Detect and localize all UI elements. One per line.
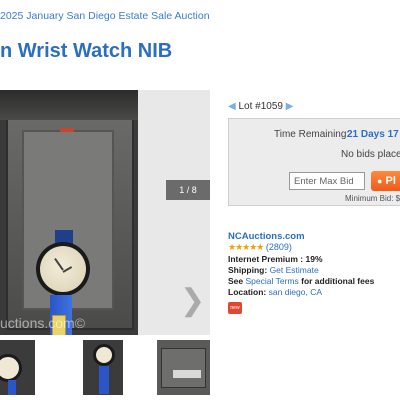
- thumbnail-2[interactable]: [83, 340, 123, 395]
- seller-rating[interactable]: ★★★★★ (2809): [228, 242, 292, 253]
- thumbnail-watch-face: [93, 344, 115, 366]
- time-remaining-value: 21 Days 17 M: [347, 129, 400, 140]
- bid-panel: Time Remaining: 21 Days 17 M No bids pla…: [228, 118, 400, 206]
- rating-stars-icon: ★★★★★: [228, 242, 264, 252]
- next-image-icon[interactable]: ❯: [180, 286, 205, 316]
- breadcrumb[interactable]: 2025 January San Diego Estate Sale Aucti…: [0, 10, 210, 22]
- terms-prefix: See: [228, 276, 244, 286]
- lot-photo[interactable]: uctions.com©: [0, 90, 138, 335]
- image-viewer[interactable]: uctions.com© 1 / 8 ❯: [0, 90, 210, 335]
- thumbnail-3[interactable]: [157, 340, 210, 395]
- time-remaining-label: Time Remaining:: [274, 129, 350, 140]
- location-label: Location:: [228, 287, 267, 297]
- page-title: n Wrist Watch NIB: [0, 40, 173, 62]
- thumbnail-label: [173, 370, 201, 378]
- watch-box-lid: [0, 90, 138, 120]
- special-terms: See Special Terms for additional fees: [228, 276, 374, 286]
- location: Location: san diego, CA: [228, 287, 322, 297]
- seller-name[interactable]: NCAuctions.com: [228, 231, 305, 242]
- thumbnail-1[interactable]: [0, 340, 35, 395]
- max-bid-input[interactable]: [289, 172, 365, 190]
- next-lot-icon[interactable]: ▶: [286, 101, 294, 112]
- shipping-estimate-link[interactable]: Get Estimate: [270, 265, 319, 275]
- thumbnail-watch-strap: [99, 366, 109, 394]
- bid-status: No bids placed: [341, 149, 400, 160]
- premium-label: Internet Premium :: [228, 254, 304, 264]
- terms-suffix: for additional fees: [301, 276, 375, 286]
- thumbnail-watch-face: [0, 354, 22, 382]
- review-count[interactable]: (2809): [266, 242, 292, 252]
- image-counter: 1 / 8: [166, 180, 210, 200]
- lot-number: Lot #1059: [238, 101, 283, 112]
- special-terms-link[interactable]: Special Terms: [246, 276, 299, 286]
- minimum-bid: Minimum Bid: $1: [345, 194, 400, 203]
- previous-lot-icon[interactable]: ◀: [228, 101, 236, 112]
- thumbnail-box: [161, 348, 206, 388]
- new-badge: new: [228, 302, 242, 314]
- internet-premium: Internet Premium : 19%: [228, 254, 323, 264]
- red-tab: [60, 128, 74, 132]
- location-link[interactable]: san diego, CA: [269, 287, 322, 297]
- lot-navigation: ◀ Lot #1059 ▶: [228, 101, 293, 112]
- place-bid-label: Pl: [385, 175, 396, 187]
- bid-icon: ●: [377, 176, 383, 186]
- premium-value: 19%: [305, 254, 323, 264]
- shipping-label: Shipping:: [228, 265, 268, 275]
- watermark: uctions.com©: [0, 315, 86, 331]
- thumbnail-watch-strap: [8, 380, 16, 395]
- shipping: Shipping: Get Estimate: [228, 265, 319, 275]
- place-bid-button[interactable]: ● Pl: [371, 171, 400, 191]
